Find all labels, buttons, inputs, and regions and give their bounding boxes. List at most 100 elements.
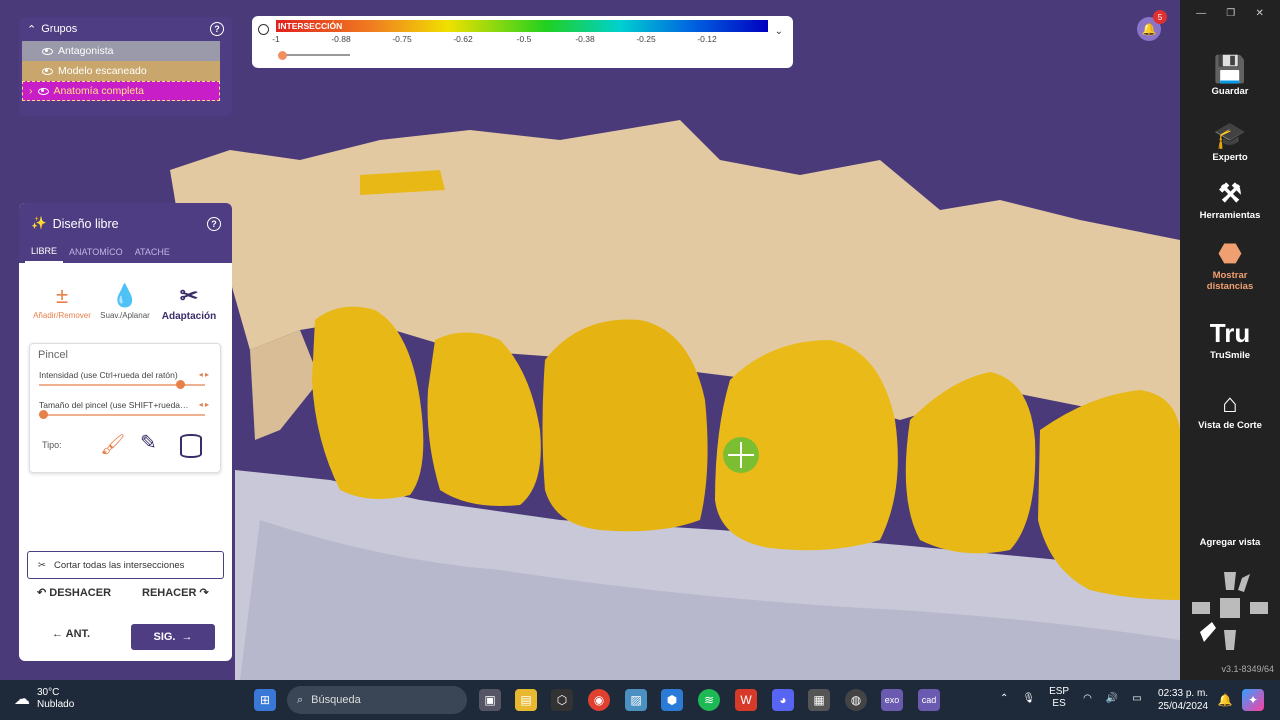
next-button[interactable]: SIG. → bbox=[131, 624, 215, 650]
intersection-slider-knob[interactable] bbox=[278, 51, 287, 60]
undo-button[interactable]: ↶ DESHACER bbox=[37, 586, 111, 599]
paint-brush-icon[interactable]: 🖌 bbox=[100, 432, 125, 457]
language-bottom: ES bbox=[1052, 698, 1066, 709]
exocad-icon[interactable]: exo bbox=[881, 689, 903, 711]
help-icon[interactable]: ? bbox=[207, 217, 221, 231]
cut-view-icon: ⌂ bbox=[1222, 388, 1238, 418]
taskbar-search[interactable]: ⌕ Búsqueda bbox=[287, 686, 467, 714]
groups-panel: ⌃ Grupos ? Antagonista Modelo escaneado ›… bbox=[19, 17, 232, 116]
sidebar-button-vista-de-corte[interactable]: ⌂ Vista de Corte bbox=[1180, 386, 1280, 431]
design-panel: ✨ Diseño libre ? LIBRE ANATOMÍCO ATACHE ±… bbox=[19, 203, 232, 661]
version-label: v3.1-8349/64 bbox=[1221, 664, 1274, 674]
eye-icon[interactable] bbox=[42, 47, 53, 55]
notification-bell-icon[interactable]: 🔔 bbox=[1214, 689, 1236, 711]
close-icon[interactable]: ✕ bbox=[1255, 8, 1263, 19]
add-remove-tool[interactable]: ± Añadir/Remover bbox=[29, 283, 95, 320]
chevron-up-icon[interactable]: ⌃ bbox=[1000, 693, 1008, 704]
notifications-button[interactable]: 🔔 5 bbox=[1137, 10, 1167, 41]
previous-button[interactable]: ← ANT. bbox=[52, 628, 90, 640]
arrows-icon[interactable]: ◂ ▸ bbox=[199, 400, 209, 409]
type-label: Tipo: bbox=[42, 440, 62, 450]
wifi-icon[interactable]: ◠ bbox=[1083, 693, 1092, 704]
help-icon[interactable]: ? bbox=[210, 22, 224, 36]
brush-settings: Pincel Intensidad (use Ctrl+rueda del ra… bbox=[29, 343, 221, 473]
chevron-right-icon[interactable]: › bbox=[29, 85, 33, 97]
cloud-icon: ☁ bbox=[14, 691, 30, 708]
arrows-icon[interactable]: ◂ ▸ bbox=[199, 370, 209, 379]
chevron-down-icon[interactable]: ⌄ bbox=[775, 26, 783, 37]
redo-label: REHACER bbox=[142, 587, 197, 599]
sidebar-button-mostrar-distancias[interactable]: ⬣ Mostrar distancias bbox=[1180, 236, 1280, 292]
scale-tick: -0.38 bbox=[575, 34, 595, 44]
sidebar-button-herramientas[interactable]: ⚒ Herramientas bbox=[1180, 176, 1280, 221]
size-slider-knob[interactable] bbox=[39, 410, 48, 419]
battery-icon[interactable]: ▭ bbox=[1132, 693, 1141, 704]
language-indicator[interactable]: ESP ES bbox=[1049, 686, 1069, 710]
weather-widget[interactable]: ☁ 30°C Nublado bbox=[14, 687, 74, 711]
chrome-icon[interactable]: ◉ bbox=[588, 689, 610, 711]
group-label: Modelo escaneado bbox=[58, 65, 147, 77]
next-label: SIG. bbox=[153, 631, 176, 643]
microphone-icon[interactable]: 🎙 bbox=[1022, 693, 1035, 704]
taskbar: ☁ 30°C Nublado ⊞ ⌕ Búsqueda ▣ ▤ ⬡ ◉ ▨ ⬢ … bbox=[0, 680, 1280, 720]
wps-icon[interactable]: W bbox=[735, 689, 757, 711]
tab-atache[interactable]: ATACHE bbox=[129, 241, 176, 263]
add-view-label[interactable]: Agregar vista bbox=[1180, 537, 1280, 548]
scale-tick: -0.25 bbox=[636, 34, 656, 44]
tab-libre[interactable]: LIBRE bbox=[25, 241, 64, 263]
group-item-modelo-escaneado[interactable]: Modelo escaneado bbox=[22, 61, 220, 81]
scale-tick: -0.5 bbox=[516, 34, 532, 44]
clock[interactable]: 02:33 p. m. 25/04/2024 bbox=[1158, 687, 1208, 713]
app-icon[interactable]: ⬡ bbox=[551, 689, 573, 711]
intensity-slider-knob[interactable] bbox=[176, 380, 186, 389]
collapse-icon[interactable]: ⌃ bbox=[27, 23, 36, 36]
brush-icon[interactable]: ✎ bbox=[140, 430, 157, 455]
restore-icon[interactable]: ❐ bbox=[1226, 8, 1235, 19]
cylinder-icon[interactable] bbox=[180, 434, 202, 458]
size-row: Tamaño del pincel (use SHIFT+rueda del r… bbox=[39, 400, 215, 419]
volume-icon[interactable]: 🔊 bbox=[1106, 693, 1118, 704]
cut-intersections-button[interactable]: ✂ Cortar todas las intersecciones bbox=[27, 551, 224, 579]
magic-wand-icon: ✨ bbox=[31, 216, 47, 230]
intensity-label: Intensidad (use Ctrl+rueda del ratón) bbox=[39, 370, 178, 380]
groups-header[interactable]: ⌃ Grupos ? bbox=[19, 17, 232, 41]
group-item-antagonista[interactable]: Antagonista bbox=[22, 41, 220, 61]
size-slider[interactable] bbox=[39, 414, 205, 416]
redo-button[interactable]: REHACER ↷ bbox=[142, 586, 209, 599]
task-view-icon[interactable]: ▣ bbox=[479, 689, 501, 711]
previous-label: ANT. bbox=[65, 628, 91, 640]
smooth-flatten-tool[interactable]: 💧 Suav./Aplanar bbox=[95, 283, 155, 320]
intersection-slider-track[interactable] bbox=[280, 54, 350, 56]
spotify-icon[interactable]: ≋ bbox=[698, 689, 720, 711]
file-explorer-icon[interactable]: ▤ bbox=[515, 689, 537, 711]
cad-icon[interactable]: cad bbox=[918, 689, 940, 711]
photos-icon[interactable]: ▨ bbox=[625, 689, 647, 711]
sidebar-button-experto[interactable]: 🎓 Experto bbox=[1180, 118, 1280, 163]
eye-icon[interactable] bbox=[42, 67, 53, 75]
minimize-icon[interactable]: — bbox=[1196, 8, 1206, 19]
view-cube-icon[interactable] bbox=[1190, 570, 1270, 654]
sidebar-label: Vista de Corte bbox=[1198, 420, 1262, 431]
app-icon[interactable]: ◍ bbox=[845, 689, 867, 711]
sidebar-button-guardar[interactable]: 💾 Guardar bbox=[1180, 52, 1280, 97]
group-label: Antagonista bbox=[58, 45, 114, 57]
app-icon[interactable]: ▦ bbox=[808, 689, 830, 711]
adaptation-tool[interactable]: ✂ Adaptación bbox=[157, 283, 221, 322]
app-icon[interactable]: ⬢ bbox=[661, 689, 683, 711]
discord-icon[interactable]: ◕ bbox=[772, 689, 794, 711]
sidebar-button-trusmile[interactable]: Tru TruSmile bbox=[1180, 316, 1280, 361]
brush-title: Pincel bbox=[38, 349, 68, 361]
system-tray: ⌃ 🎙 ESP ES ◠ 🔊 ▭ bbox=[1000, 686, 1142, 710]
search-icon: ⌕ bbox=[297, 693, 304, 706]
distances-icon: ⬣ bbox=[1218, 238, 1242, 268]
windows-start-icon[interactable]: ⊞ bbox=[254, 689, 276, 711]
gauge-icon[interactable] bbox=[258, 24, 269, 35]
size-label: Tamaño del pincel (use SHIFT+rueda del r… bbox=[39, 400, 189, 410]
tab-anatomico[interactable]: ANATOMÍCO bbox=[63, 241, 129, 263]
eye-icon[interactable] bbox=[37, 87, 49, 95]
notification-badge: 5 bbox=[1153, 10, 1167, 24]
copilot-icon[interactable]: ✦ bbox=[1242, 689, 1264, 711]
group-item-anatomia-completa[interactable]: › Anatomía completa bbox=[22, 81, 220, 101]
drop-icon: 💧 bbox=[111, 283, 139, 308]
tool-label: Adaptación bbox=[161, 311, 217, 322]
